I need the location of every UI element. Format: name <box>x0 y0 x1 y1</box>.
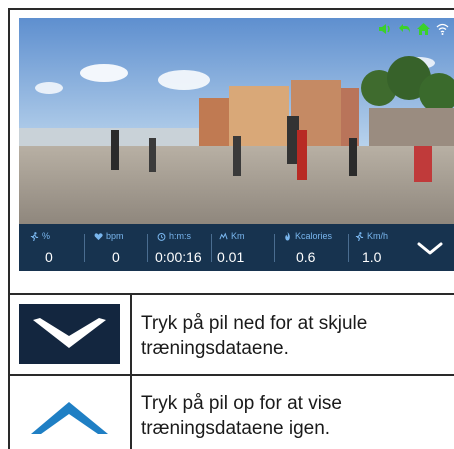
runner-icon <box>30 231 39 241</box>
column-divider <box>130 293 132 449</box>
metric-incline: % 0 <box>30 224 82 271</box>
metric-calories: Kcalories 0.6 <box>283 224 349 271</box>
metric-separator <box>211 234 212 262</box>
home-icon[interactable] <box>417 22 430 40</box>
metric-unit: Km/h <box>367 231 389 241</box>
instruction-text-show: Tryk på pil op for at vise træningsdatae… <box>141 393 342 439</box>
chevron-up-icon <box>31 402 108 434</box>
metric-separator <box>84 234 85 262</box>
back-icon[interactable] <box>398 22 411 40</box>
chevron-down-icon <box>33 318 106 348</box>
status-icons <box>378 22 449 40</box>
metric-separator <box>274 234 275 262</box>
heart-icon <box>94 232 103 240</box>
row-divider-1 <box>8 293 454 295</box>
metric-separator <box>147 234 148 262</box>
venice-video-scene <box>19 18 454 224</box>
runner-icon <box>355 231 364 241</box>
instruction-table: % 0 bpm 0 h:m:s 0:00:16 Km 0.01 Kcalorie… <box>0 0 454 449</box>
metric-unit: h:m:s <box>169 231 192 241</box>
instruction-text-hide: Tryk på pil ned for at skjule træningsda… <box>141 313 368 359</box>
metric-distance: Km 0.01 <box>217 224 271 271</box>
flame-icon <box>285 231 290 241</box>
metric-value: 0.01 <box>217 249 245 265</box>
training-data-bar: % 0 bpm 0 h:m:s 0:00:16 Km 0.01 Kcalorie… <box>19 224 454 271</box>
chevron-down-button-image <box>19 304 120 364</box>
metric-unit: bpm <box>106 231 124 241</box>
metric-time: h:m:s 0:00:16 <box>155 224 213 271</box>
metric-value: 0:00:16 <box>155 249 202 265</box>
metric-unit: % <box>42 231 51 241</box>
metric-separator <box>348 234 349 262</box>
metric-value: 1.0 <box>362 249 382 265</box>
table-border-top <box>8 8 454 10</box>
chevron-down-icon[interactable] <box>413 234 447 262</box>
metric-unit: Kcalories <box>295 231 333 241</box>
metric-speed: Km/h 1.0 <box>355 224 407 271</box>
wifi-icon <box>436 22 449 40</box>
metric-value: 0.6 <box>296 249 316 265</box>
clock-icon <box>157 232 166 241</box>
table-border-left <box>8 8 10 449</box>
speaker-icon[interactable] <box>378 22 392 40</box>
chevron-up-button-image <box>19 384 120 446</box>
metric-heart-rate: bpm 0 <box>94 224 150 271</box>
treadmill-screen: % 0 bpm 0 h:m:s 0:00:16 Km 0.01 Kcalorie… <box>19 18 454 271</box>
distance-icon <box>219 232 228 239</box>
metric-unit: Km <box>231 231 245 241</box>
metric-value: 0 <box>112 249 120 265</box>
metric-value: 0 <box>45 249 53 265</box>
row-divider-2 <box>8 374 454 376</box>
